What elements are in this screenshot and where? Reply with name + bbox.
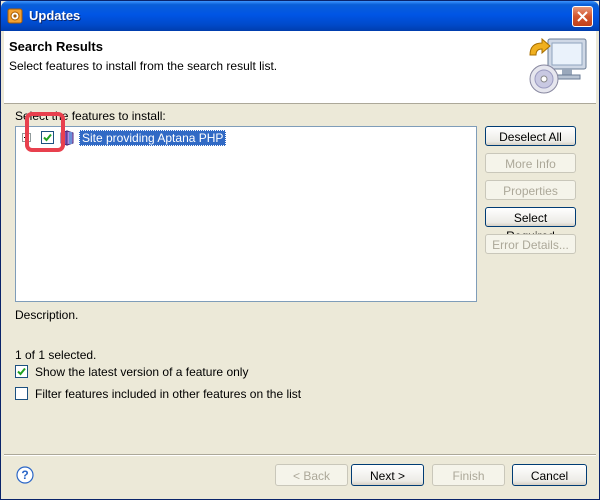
finish-button[interactable]: Finish	[432, 464, 505, 486]
install-wizard-icon	[529, 37, 587, 94]
close-icon	[577, 11, 588, 22]
checkmark-icon	[17, 367, 26, 376]
filter-included-label[interactable]: Filter features included in other featur…	[35, 387, 301, 401]
features-tree[interactable]: Site providing Aptana PHP	[15, 126, 477, 302]
updates-dialog: Updates Search Results Select features t…	[0, 0, 600, 500]
highlight-annotation	[25, 112, 65, 152]
properties-button[interactable]: Properties	[485, 180, 576, 200]
more-info-button[interactable]: More Info	[485, 153, 576, 173]
page-description: Select features to install from the sear…	[9, 59, 278, 73]
show-latest-checkbox[interactable]	[15, 365, 28, 378]
next-button[interactable]: Next >	[351, 464, 424, 486]
title-bar[interactable]: Updates	[1, 1, 599, 31]
tree-item-label[interactable]: Site providing Aptana PHP	[79, 130, 227, 146]
page-title: Search Results	[9, 39, 103, 54]
wizard-header: Search Results Select features to instal…	[4, 31, 596, 104]
show-latest-label[interactable]: Show the latest version of a feature onl…	[35, 365, 248, 379]
select-required-button[interactable]: Select Required	[485, 207, 576, 243]
description-label: Description.	[15, 308, 79, 322]
window-title: Updates	[29, 8, 81, 23]
svg-text:?: ?	[21, 468, 28, 482]
help-icon[interactable]: ?	[16, 466, 34, 484]
gear-icon	[7, 8, 23, 24]
close-button[interactable]	[572, 6, 593, 27]
back-button[interactable]: < Back	[275, 464, 348, 486]
deselect-all-button[interactable]: Deselect All	[485, 126, 576, 146]
cancel-button[interactable]: Cancel	[512, 464, 587, 486]
footer-separator	[4, 454, 596, 456]
filter-included-checkbox[interactable]	[15, 387, 28, 400]
error-details-button[interactable]: Error Details...	[485, 234, 576, 254]
selection-count: 1 of 1 selected.	[15, 348, 97, 362]
